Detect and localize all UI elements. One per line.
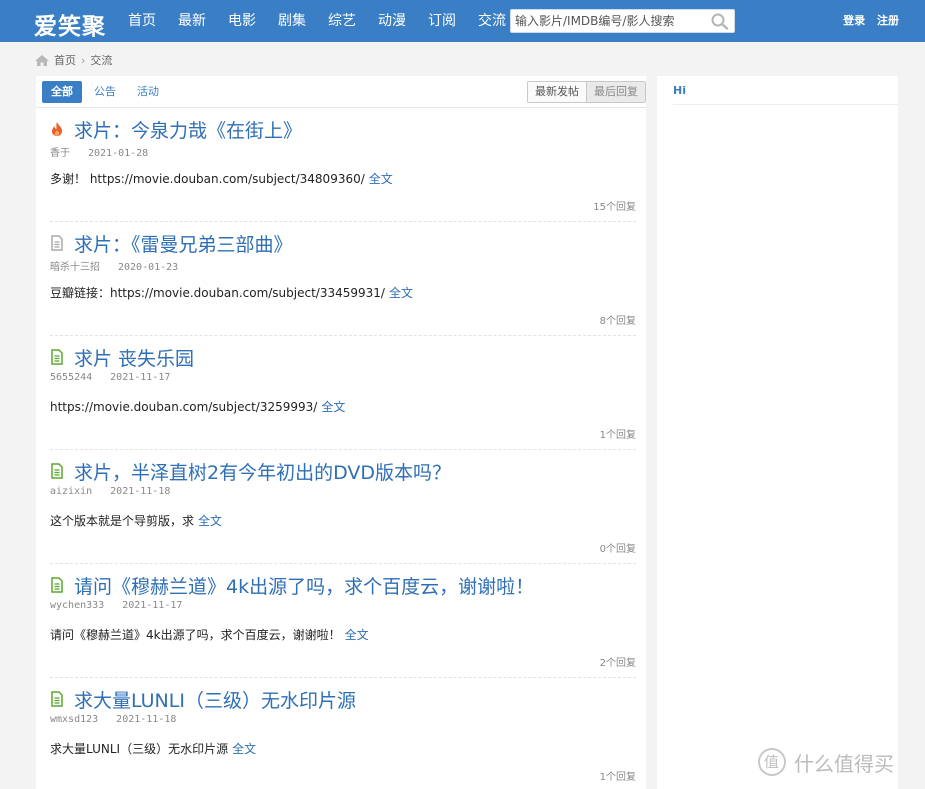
reply-count: 2个回复 (599, 658, 636, 669)
post-summary-text: 求大量LUNLI（三级）无水印片源 (50, 742, 229, 756)
post-date: 2020-01-23 (118, 262, 179, 273)
post-item: 求片，半泽直树2有今年初出的DVD版本吗？ aizixin 2021-11-18 … (50, 450, 636, 564)
watermark-text: 什么值得买 (794, 751, 894, 776)
post-title[interactable]: 求片，半泽直树2有今年初出的DVD版本吗？ (74, 458, 451, 485)
read-more-link[interactable]: 全文 (321, 400, 345, 414)
post-date: 2021-01-28 (88, 148, 149, 159)
login-link[interactable]: 登录 (843, 14, 865, 27)
reply-count: 0个回复 (599, 544, 636, 555)
watermark: 什么值得买 (758, 748, 894, 776)
site-logo[interactable]: 爱笑聚 (34, 7, 106, 41)
breadcrumb-current: 交流 (90, 54, 113, 67)
post-meta: wychen333 2021-11-17 (50, 600, 182, 611)
post-meta: wmxsd123 2021-11-18 (50, 714, 176, 725)
main-nav: 首页 最新 电影 剧集 综艺 动漫 订阅 交流 (117, 0, 517, 42)
tab-announcements[interactable]: 公告 (85, 81, 125, 103)
read-more-link[interactable]: 全文 (345, 628, 369, 642)
post-item: 请问《穆赫兰道》4k出源了吗，求个百度云，谢谢啦！ wychen333 2021-… (50, 564, 636, 678)
search-icon (711, 13, 729, 30)
post-date: 2021-11-17 (122, 600, 183, 611)
post-title[interactable]: 求片 丧失乐园 (74, 344, 194, 371)
breadcrumb-separator: › (81, 53, 86, 67)
post-summary: 这个版本就是个导剪版，求 全文 (50, 512, 222, 529)
nav-item-subscribe[interactable]: 订阅 (417, 0, 467, 42)
document-green-icon (51, 463, 63, 479)
post-summary: 多谢！ https://movie.douban.com/subject/348… (50, 170, 393, 187)
post-author[interactable]: 5655244 (50, 372, 92, 383)
reply-count: 15个回复 (593, 202, 636, 213)
search-input[interactable] (511, 10, 706, 32)
post-author[interactable]: 香于 (50, 148, 70, 159)
read-more-link[interactable]: 全文 (232, 742, 256, 756)
category-tabs: 全部 公告 活动 (42, 81, 171, 103)
post-meta: 暗杀十三招 2020-01-23 (50, 258, 178, 273)
auth-links: 登录 注册 (835, 0, 899, 42)
document-green-icon (51, 349, 63, 365)
breadcrumb: 首页 › 交流 (34, 52, 112, 68)
top-header: 爱笑聚 首页 最新 电影 剧集 综艺 动漫 订阅 交流 登录 注册 (0, 0, 925, 42)
post-summary: 豆瓣链接：https://movie.douban.com/subject/33… (50, 284, 413, 301)
topic-list-panel: 全部 公告 活动 最新发帖 最后回复 求片：今泉力哉《在街上》 香于 2021-0… (36, 76, 646, 789)
reply-count: 1个回复 (599, 772, 636, 783)
search-button[interactable] (710, 12, 730, 30)
post-summary-text: 多谢！ https://movie.douban.com/subject/348… (50, 172, 365, 186)
sort-toggle: 最新发帖 最后回复 (527, 81, 646, 103)
post-meta: 香于 2021-01-28 (50, 144, 148, 159)
post-summary-text: 这个版本就是个导剪版，求 (50, 514, 195, 528)
register-link[interactable]: 注册 (877, 14, 899, 27)
reply-count: 1个回复 (599, 430, 636, 441)
sort-last-reply-button[interactable]: 最后回复 (586, 82, 645, 102)
reply-count: 8个回复 (599, 316, 636, 327)
post-author[interactable]: aizixin (50, 486, 92, 497)
nav-item-series[interactable]: 剧集 (267, 0, 317, 42)
read-more-link[interactable]: 全文 (369, 172, 393, 186)
divider (673, 104, 898, 105)
read-more-link[interactable]: 全文 (389, 286, 413, 300)
nav-item-movies[interactable]: 电影 (217, 0, 267, 42)
post-author[interactable]: wychen333 (50, 600, 104, 611)
post-date: 2021-11-17 (110, 372, 171, 383)
home-icon (35, 54, 49, 66)
watermark-logo-icon (758, 748, 786, 776)
sidebar-title: Hi (673, 84, 686, 97)
post-author[interactable]: 暗杀十三招 (50, 262, 100, 273)
post-summary-text: 请问《穆赫兰道》4k出源了吗，求个百度云，谢谢啦！ (50, 628, 341, 642)
post-title[interactable]: 请问《穆赫兰道》4k出源了吗，求个百度云，谢谢啦！ (74, 572, 534, 599)
post-item: 求片：今泉力哉《在街上》 香于 2021-01-28 多谢！ https://mo… (50, 108, 636, 222)
post-summary: 求大量LUNLI（三级）无水印片源 全文 (50, 740, 256, 757)
post-item: 求片：《雷曼兄弟三部曲》 暗杀十三招 2020-01-23 豆瓣链接：https:… (50, 222, 636, 336)
post-item: 求大量LUNLI（三级）无水印片源 wmxsd123 2021-11-18 求大量… (50, 678, 636, 789)
post-summary-text: https://movie.douban.com/subject/3259993… (50, 400, 318, 414)
post-meta: aizixin 2021-11-18 (50, 486, 170, 497)
post-author[interactable]: wmxsd123 (50, 714, 98, 725)
document-gray-icon (51, 235, 63, 251)
tab-events[interactable]: 活动 (128, 81, 168, 103)
read-more-link[interactable]: 全文 (198, 514, 222, 528)
fire-icon (52, 122, 62, 136)
post-title[interactable]: 求片：今泉力哉《在街上》 (74, 116, 302, 143)
post-meta: 5655244 2021-11-17 (50, 372, 170, 383)
document-green-icon (51, 691, 63, 707)
post-summary: 请问《穆赫兰道》4k出源了吗，求个百度云，谢谢啦！ 全文 (50, 626, 369, 643)
post-summary-text: 豆瓣链接：https://movie.douban.com/subject/33… (50, 286, 385, 300)
post-title[interactable]: 求片：《雷曼兄弟三部曲》 (74, 230, 293, 257)
document-green-icon (51, 577, 63, 593)
search-box (510, 9, 735, 33)
post-summary: https://movie.douban.com/subject/3259993… (50, 398, 345, 415)
nav-item-anime[interactable]: 动漫 (367, 0, 417, 42)
sort-newest-button[interactable]: 最新发帖 (528, 82, 586, 102)
post-item: 求片 丧失乐园 5655244 2021-11-17 https://movie.… (50, 336, 636, 450)
nav-item-latest[interactable]: 最新 (167, 0, 217, 42)
breadcrumb-home[interactable]: 首页 (54, 52, 76, 68)
sidebar: Hi (657, 76, 898, 789)
nav-item-variety[interactable]: 综艺 (317, 0, 367, 42)
post-date: 2021-11-18 (116, 714, 177, 725)
post-title[interactable]: 求大量LUNLI（三级）无水印片源 (74, 686, 356, 713)
nav-item-home[interactable]: 首页 (117, 0, 167, 42)
post-date: 2021-11-18 (110, 486, 171, 497)
tab-all[interactable]: 全部 (42, 81, 82, 103)
